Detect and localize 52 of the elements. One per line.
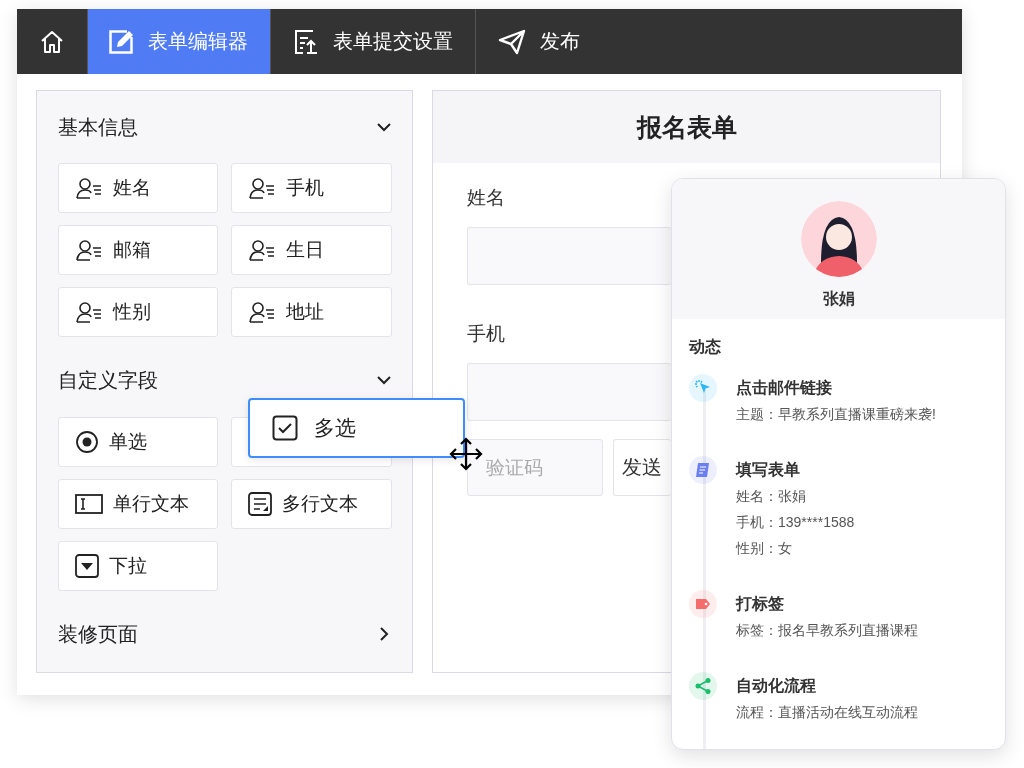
field-label: 手机: [467, 323, 506, 345]
input-field[interactable]: [467, 363, 671, 421]
section-title: 动态: [687, 337, 722, 357]
field-tile[interactable]: 姓名: [58, 163, 218, 213]
event-title: 点击邮件链接: [736, 378, 833, 398]
radio-icon: [75, 430, 99, 454]
field-tile[interactable]: 单选: [58, 417, 218, 467]
nav-tab[interactable]: 表单编辑器: [87, 9, 270, 74]
checkbox-icon: [272, 415, 298, 441]
text-field-icon: [75, 494, 103, 514]
nav-tab[interactable]: 表单提交设置: [270, 9, 475, 74]
event-detail: 主题：早教系列直播课重磅来袭!: [736, 405, 936, 424]
person-icon: [248, 176, 276, 200]
person-icon: [248, 300, 276, 324]
section-title: 自定义字段: [58, 367, 158, 393]
field-tile[interactable]: 邮箱: [58, 225, 218, 275]
dropdown-icon: [75, 554, 99, 578]
person-icon: [75, 176, 103, 200]
dragged-field-tile[interactable]: 多选: [248, 398, 465, 458]
edit-icon: [108, 28, 134, 55]
contact-name: 张娟: [822, 289, 855, 309]
event-detail: 流程：直播活动在线互动流程: [736, 703, 918, 722]
send-code-button[interactable]: 发送: [613, 439, 671, 496]
event-detail: 标签：报名早教系列直播课程: [736, 621, 918, 640]
person-icon: [248, 238, 276, 262]
home-icon: [39, 28, 65, 55]
move-cursor-icon: [448, 436, 484, 472]
event-title: 填写表单: [736, 460, 801, 480]
form-title: 报名表单: [433, 91, 940, 163]
field-tile[interactable]: 性别: [58, 287, 218, 337]
nav-tab[interactable]: 发布: [475, 9, 602, 74]
field-label: 姓名: [467, 187, 506, 209]
input-field[interactable]: 验证码: [467, 439, 603, 496]
field-tile[interactable]: 地址: [231, 287, 392, 337]
document-upload-icon: [293, 28, 319, 55]
event-detail: 手机：139****1588: [736, 513, 855, 532]
field-tile[interactable]: 单行文本: [58, 479, 218, 529]
event-detail: 性别：女: [736, 539, 793, 558]
field-tile[interactable]: 生日: [231, 225, 392, 275]
event-title: 打标签: [736, 594, 785, 614]
field-tile[interactable]: 多行文本: [231, 479, 392, 529]
field-tile[interactable]: 手机: [231, 163, 392, 213]
event-detail: 姓名：张娟: [736, 487, 807, 506]
input-field[interactable]: [467, 227, 671, 285]
paper-plane-icon: [498, 28, 526, 55]
field-tile[interactable]: 下拉: [58, 541, 218, 591]
event-title: 自动化流程: [736, 676, 817, 696]
person-icon: [75, 300, 103, 324]
section-title: 基本信息: [58, 114, 138, 140]
section-title: 装修页面: [58, 621, 138, 647]
text-area-icon: [248, 492, 272, 516]
person-icon: [75, 238, 103, 262]
